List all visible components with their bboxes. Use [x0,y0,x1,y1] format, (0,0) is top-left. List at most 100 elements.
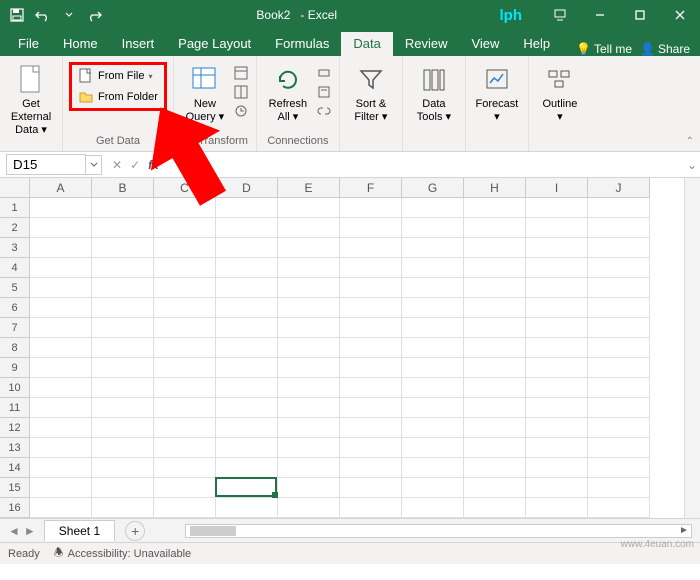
cell[interactable] [340,218,402,238]
cell[interactable] [402,218,464,238]
column-header[interactable]: I [526,178,588,198]
cell[interactable] [588,358,650,378]
cell[interactable] [216,358,278,378]
sheet-nav-prev-icon[interactable]: ◄ [8,524,20,538]
cell[interactable] [464,418,526,438]
add-sheet-button[interactable]: + [125,521,145,541]
cell[interactable] [30,458,92,478]
cell[interactable] [526,318,588,338]
cell[interactable] [526,218,588,238]
cell[interactable] [588,278,650,298]
cell[interactable] [588,238,650,258]
cell[interactable] [154,378,216,398]
row-header[interactable]: 7 [0,318,30,338]
column-header[interactable]: A [30,178,92,198]
cell[interactable] [464,278,526,298]
row-header[interactable]: 9 [0,358,30,378]
cell[interactable] [278,258,340,278]
cancel-formula-icon[interactable]: ✕ [112,158,122,172]
cell[interactable] [154,318,216,338]
cell[interactable] [154,418,216,438]
cell[interactable] [588,418,650,438]
scroll-thumb[interactable] [190,526,236,536]
column-header[interactable]: C [154,178,216,198]
cell[interactable] [340,278,402,298]
row-header[interactable]: 15 [0,478,30,498]
tab-file[interactable]: File [6,32,51,56]
data-tools-button[interactable]: Data Tools ▾ [409,62,459,126]
cell[interactable] [216,498,278,518]
vertical-scrollbar[interactable] [684,178,700,518]
cell[interactable] [216,258,278,278]
cell[interactable] [588,438,650,458]
cell[interactable] [92,318,154,338]
cell[interactable] [216,278,278,298]
tab-data[interactable]: Data [341,32,392,56]
cell[interactable] [340,258,402,278]
cell[interactable] [92,398,154,418]
cell[interactable] [402,338,464,358]
cell[interactable] [216,378,278,398]
cell[interactable] [216,298,278,318]
cell[interactable] [526,358,588,378]
cell[interactable] [526,478,588,498]
cell[interactable] [588,498,650,518]
row-header[interactable]: 4 [0,258,30,278]
cell[interactable] [464,498,526,518]
spreadsheet-grid[interactable]: ABCDEFGHIJ 12345678910111213141516 [0,178,700,518]
cell[interactable] [278,378,340,398]
cell[interactable] [278,478,340,498]
cell[interactable] [278,278,340,298]
tell-me-search[interactable]: 💡Tell me [576,42,632,56]
redo-icon[interactable] [84,4,106,26]
cell[interactable] [216,218,278,238]
cell[interactable] [340,378,402,398]
cell[interactable] [340,358,402,378]
cell[interactable] [92,298,154,318]
cell[interactable] [278,458,340,478]
cell[interactable] [92,458,154,478]
cell[interactable] [216,418,278,438]
cell[interactable] [588,378,650,398]
cell[interactable] [278,198,340,218]
cell[interactable] [30,298,92,318]
cell[interactable] [92,258,154,278]
maximize-button[interactable] [620,0,660,30]
cell[interactable] [154,478,216,498]
cell[interactable] [216,478,278,498]
row-header[interactable]: 3 [0,238,30,258]
cell[interactable] [402,198,464,218]
cell[interactable] [92,338,154,358]
cell[interactable] [340,198,402,218]
cell[interactable] [278,338,340,358]
row-header[interactable]: 5 [0,278,30,298]
ribbon-options-icon[interactable] [540,0,580,30]
cell[interactable] [588,478,650,498]
qat-dropdown-icon[interactable] [58,4,80,26]
cell[interactable] [30,438,92,458]
cell[interactable] [588,198,650,218]
cell[interactable] [526,278,588,298]
from-table-icon[interactable] [232,83,250,101]
from-file-button[interactable]: From File ▾ [74,66,162,86]
cell[interactable] [526,298,588,318]
horizontal-scrollbar[interactable]: ◄ ► [185,524,692,538]
cell[interactable] [402,298,464,318]
column-header[interactable]: E [278,178,340,198]
cell[interactable] [464,198,526,218]
cell[interactable] [464,218,526,238]
name-box[interactable] [6,154,86,175]
cell[interactable] [216,398,278,418]
cell[interactable] [30,318,92,338]
cell[interactable] [92,278,154,298]
cell[interactable] [278,318,340,338]
column-header[interactable]: B [92,178,154,198]
column-header[interactable]: F [340,178,402,198]
cell[interactable] [340,318,402,338]
cell[interactable] [526,458,588,478]
cell[interactable] [216,338,278,358]
cell[interactable] [402,418,464,438]
cell[interactable] [464,298,526,318]
cell[interactable] [92,418,154,438]
cell[interactable] [464,478,526,498]
